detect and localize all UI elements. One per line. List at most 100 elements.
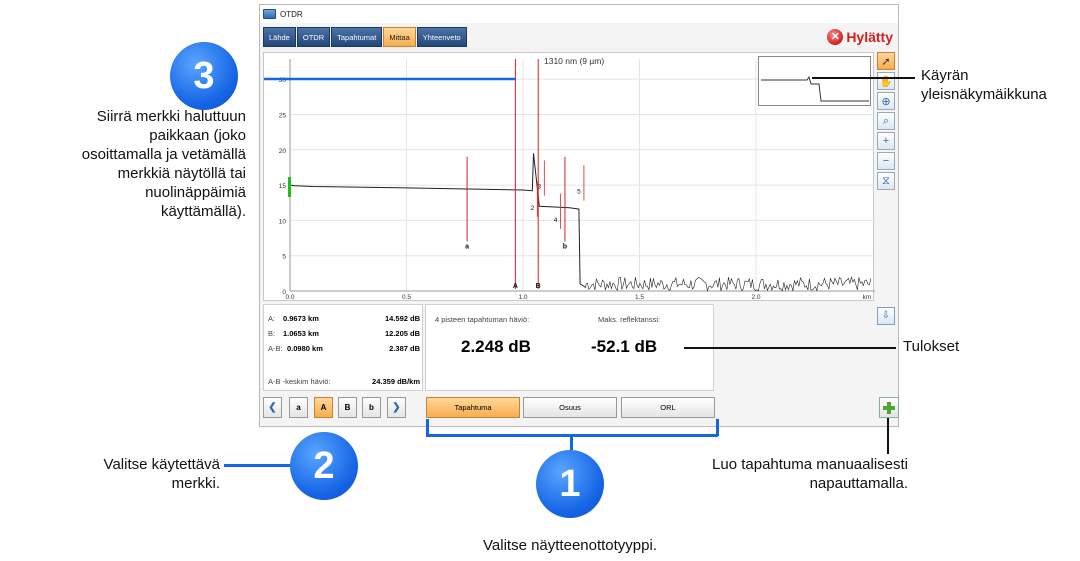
y-tick-label: 10 — [279, 218, 287, 225]
chevron-left-icon: ❮ — [268, 402, 277, 413]
otdr-app-icon — [263, 9, 276, 19]
overview-annotation: Käyrän yleisnäkymäikkuna — [921, 66, 1047, 104]
x-tick-label: 1.5 — [635, 294, 644, 301]
x-tick-label: 2.0 — [751, 294, 760, 301]
callout-3-line: osoittamalla ja vetämällä — [81, 146, 246, 163]
callout-1-number: 1 — [536, 450, 604, 518]
marker-button-b[interactable]: B — [338, 397, 357, 418]
overview-annotation-line: yleisnäkymäikkuna — [921, 86, 1047, 103]
marker-label-a: a — [465, 244, 469, 251]
marker-row-distance: 0.9673 km — [283, 314, 319, 323]
overview-trace — [761, 75, 869, 102]
callout-1-bracket-stem — [570, 434, 573, 450]
add-event-annotation-line: Luo tapahtuma manuaalisesti — [712, 456, 908, 473]
tab-bar: Lähde OTDR Tapahtumat Mittaa Yhteenveto — [263, 27, 468, 47]
marker-label-b: b — [563, 244, 567, 251]
graph-axis-labels: 0510152025300.0 0.5 1.0 1.5 2.0 km — [279, 77, 872, 301]
marker-row-label: B: — [268, 329, 276, 338]
callout-2-line: merkki. — [171, 475, 220, 492]
y-tick-label: 25 — [279, 112, 287, 119]
type-button-tapahtuma[interactable]: Tapahtuma — [426, 397, 520, 418]
loss-value: 2.248 dB — [461, 337, 531, 356]
add-event-annotation-line: napauttamalla. — [809, 475, 908, 492]
overview-svg — [761, 75, 869, 102]
status-badge: ✕ Hylätty — [827, 27, 893, 47]
average-loss-label: A-B -keskim häviö: — [268, 377, 331, 386]
add-event-pointer — [887, 418, 889, 454]
results-annotation: Tulokset — [903, 338, 960, 355]
zoom-in-icon[interactable]: + — [877, 132, 895, 150]
trace-graph[interactable]: 0 5 10 15 20 25 30 0.0 0.5 1.0 1.5 2.0 km ABab2345 1… — [263, 52, 875, 301]
marker-label-B: B — [536, 283, 541, 290]
marker-button-a[interactable]: A — [314, 397, 333, 418]
zoom-icon[interactable]: ⌕ — [877, 112, 895, 130]
add-event-button[interactable] — [879, 397, 899, 418]
tab-yhteenveto[interactable]: Yhteenveto — [416, 27, 467, 47]
callout-2-text: Valitse käytettävä merkki. — [20, 455, 220, 493]
average-loss-row: A-B -keskim häviö: 24.359 dB/km — [268, 377, 420, 386]
type-button-osuus[interactable]: Osuus — [523, 397, 617, 418]
chevron-right-icon: ❯ — [392, 402, 401, 413]
previous-marker-button[interactable]: ❮ — [263, 397, 282, 418]
marker-row-ab: A-B: 0.0980 km 2.387 dB — [268, 344, 420, 356]
y-tick-label: 20 — [279, 148, 287, 155]
expand-results-button[interactable]: ⇩ — [877, 307, 895, 325]
fail-icon: ✕ — [827, 29, 844, 45]
loss-label: 4 pisteen tapahtuman häviö: — [435, 315, 530, 324]
add-event-annotation: Luo tapahtuma manuaalisesti napauttamall… — [640, 455, 908, 493]
marker-row-distance: 0.0980 km — [287, 344, 323, 353]
launch-level-bar — [288, 177, 291, 197]
noise-floor — [585, 275, 872, 292]
callout-3-line: merkkiä näytöllä tai — [117, 165, 246, 182]
tab-lahde[interactable]: Lähde — [263, 27, 296, 47]
callout-3-line: käyttämällä). — [160, 203, 246, 220]
reflectance-value: -52.1 dB — [591, 337, 658, 356]
pointer-icon[interactable]: ➚ — [877, 52, 895, 70]
callout-3-number: 3 — [170, 42, 238, 110]
window-title: OTDR — [280, 9, 303, 19]
reset-zoom-icon[interactable]: ⧖ — [877, 172, 895, 190]
marker-row-b: B: 1.0653 km 12.205 dB — [268, 329, 420, 341]
marker-row-label: A: — [268, 314, 276, 323]
hand-icon[interactable]: ✋ — [877, 72, 895, 90]
type-button-orl[interactable]: ORL — [621, 397, 715, 418]
callout-3-line: nuolinäppäimiä — [145, 184, 246, 201]
next-marker-button[interactable]: ❯ — [387, 397, 406, 418]
tab-mittaa[interactable]: Mittaa — [383, 27, 416, 47]
average-loss-value: 24.359 dB/km — [372, 377, 420, 386]
zoom-fit-icon[interactable]: ⊕ — [877, 92, 895, 110]
event-number-3: 3 — [537, 184, 541, 191]
callout-1-text: Valitse näytteenottotyyppi. — [483, 537, 657, 554]
callout-2-line: Valitse käytettävä — [103, 456, 220, 473]
zoom-out-icon[interactable]: − — [877, 152, 895, 170]
overview-annotation-line: Käyrän — [921, 67, 969, 84]
marker-row-level: 14.592 dB — [384, 314, 420, 323]
overview-pointer — [812, 77, 915, 79]
event-number-4: 4 — [554, 217, 558, 224]
event-results: 4 pisteen tapahtuman häviö: Maks. reflek… — [425, 304, 714, 391]
x-tick-label: 1.0 — [518, 294, 527, 301]
x-tick-label: km — [863, 294, 872, 301]
marker-button-a-small[interactable]: a — [289, 397, 308, 418]
tab-otdr[interactable]: OTDR — [296, 27, 331, 47]
results-pointer — [684, 347, 896, 349]
marker-row-distance: 1.0653 km — [283, 329, 319, 338]
tab-tapahtumat[interactable]: Tapahtumat — [331, 27, 383, 47]
callout-3-line: paikkaan (joko — [149, 127, 246, 144]
marker-label-A: A — [513, 283, 518, 290]
status-text: Hylätty — [846, 29, 893, 45]
callout-2-number: 2 — [290, 432, 358, 500]
callout-3-line: Siirrä merkki haluttuun — [96, 108, 246, 125]
otdr-window: OTDR Lähde OTDR Tapahtumat Mittaa Yhteen… — [259, 4, 899, 427]
reflectance-label: Maks. reflektanssi: — [598, 315, 661, 324]
x-tick-label: 0.5 — [402, 294, 411, 301]
callout-2-pointer — [224, 464, 294, 467]
y-tick-label: 15 — [279, 183, 287, 190]
marker-row-level: 12.205 dB — [384, 329, 420, 338]
event-number-5: 5 — [577, 189, 581, 196]
title-bar: OTDR — [260, 5, 898, 23]
y-tick-label: 5 — [282, 254, 286, 261]
marker-button-b-small[interactable]: b — [362, 397, 381, 418]
x-tick-label: 0.0 — [285, 294, 294, 301]
overview-window[interactable] — [758, 56, 871, 106]
